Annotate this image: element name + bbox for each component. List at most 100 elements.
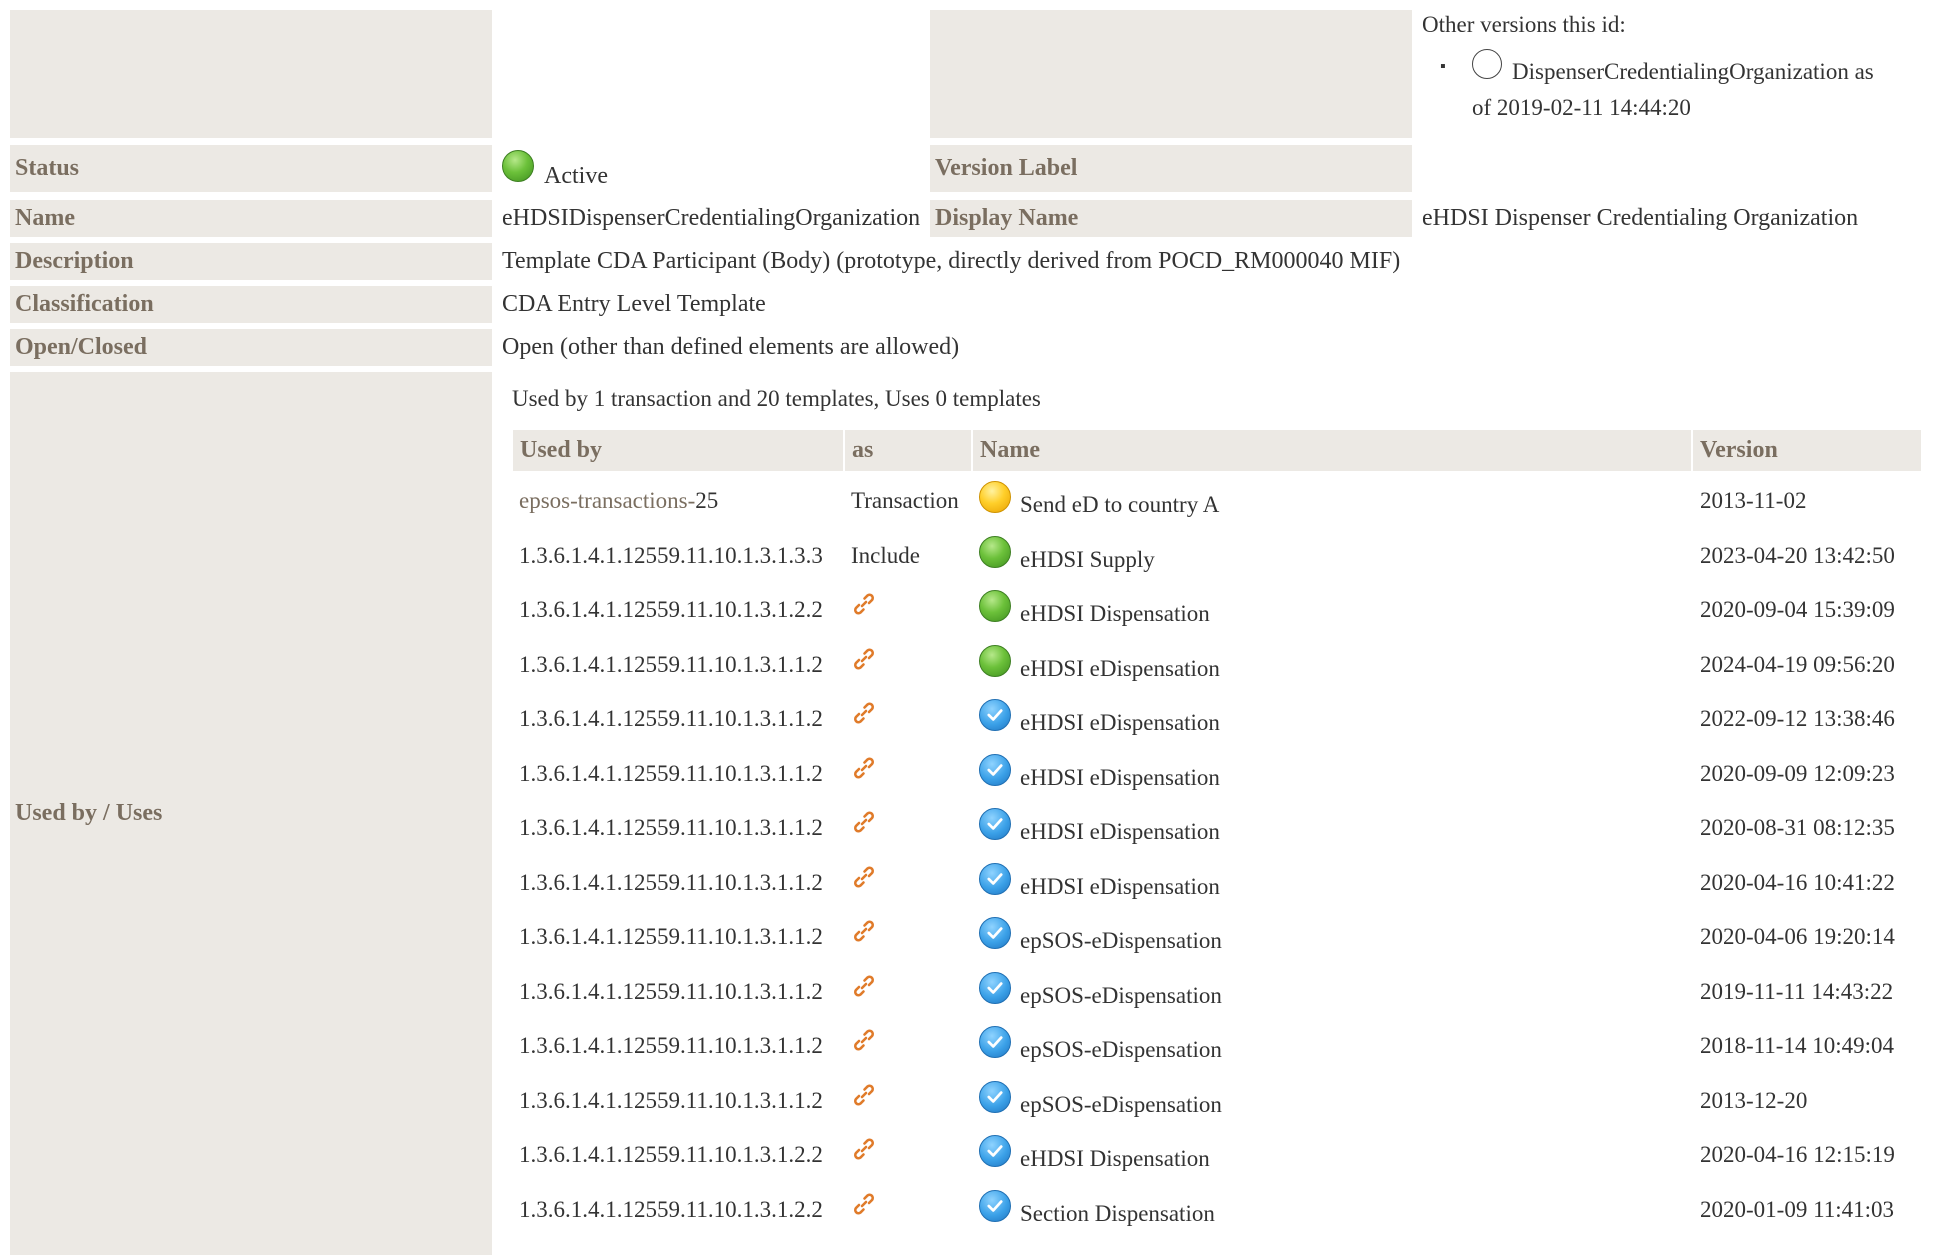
link-icon[interactable]: [851, 638, 877, 692]
usage-row: epsos-transactions- 25 Transaction Send eD …: [0, 474, 1943, 528]
status-final-check-icon: [979, 1135, 1011, 1167]
as-type: Transaction: [851, 488, 959, 513]
used-by-cell[interactable]: 1.3.6.1.4.1.12559.11.10.1.3.1.3.3: [519, 529, 823, 583]
display-name-value: eHDSI Dispenser Credentialing Organizati…: [1422, 205, 1859, 231]
display-name-label: Display Name: [930, 200, 1412, 237]
used-by-cell[interactable]: 1.3.6.1.4.1.12559.11.10.1.3.1.2.2: [519, 583, 823, 637]
link-icon[interactable]: [851, 1019, 877, 1073]
usage-row: 1.3.6.1.4.1.12559.11.10.1.3.1.1.2 eHDSI e…: [0, 801, 1943, 855]
used-by-cell[interactable]: 1.3.6.1.4.1.12559.11.10.1.3.1.2.2: [519, 1128, 823, 1182]
status-final-check-icon: [979, 808, 1011, 840]
status-active-icon: [979, 535, 1011, 568]
version-cell: 2020-04-06 19:20:14: [1700, 924, 1895, 949]
template-name-cell[interactable]: eHDSI eDispensation: [979, 692, 1220, 746]
template-name[interactable]: epSOS-eDispensation: [1020, 1092, 1222, 1118]
status-text: Active: [544, 162, 608, 189]
template-name[interactable]: eHDSI eDispensation: [1020, 710, 1220, 736]
status-draft-icon: [979, 481, 1011, 513]
template-name[interactable]: Send eD to country A: [1020, 492, 1219, 518]
used-by-cell[interactable]: 1.3.6.1.4.1.12559.11.10.1.3.1.2.2: [519, 1183, 823, 1237]
used-by-cell[interactable]: 1.3.6.1.4.1.12559.11.10.1.3.1.1.2: [519, 1074, 823, 1128]
used-by-cell[interactable]: 1.3.6.1.4.1.12559.11.10.1.3.1.1.2: [519, 856, 823, 910]
used-by-cell[interactable]: 1.3.6.1.4.1.12559.11.10.1.3.1.1.2: [519, 801, 823, 855]
link-icon[interactable]: [851, 692, 877, 746]
used-by-cell[interactable]: epsos-transactions- 25: [519, 474, 718, 528]
template-name-cell[interactable]: eHDSI Dispensation: [979, 1128, 1210, 1182]
link-icon[interactable]: [851, 1183, 877, 1237]
template-name[interactable]: eHDSI Supply: [1020, 547, 1155, 573]
status-final-check-icon: [979, 1080, 1011, 1113]
status-active-icon: [979, 590, 1011, 622]
classification-label: Classification: [10, 286, 492, 323]
usage-row: 1.3.6.1.4.1.12559.11.10.1.3.1.2.2 eHDSI D…: [0, 583, 1943, 637]
template-name-cell[interactable]: epSOS-eDispensation: [979, 1074, 1222, 1128]
template-name[interactable]: eHDSI Dispensation: [1020, 601, 1210, 627]
template-name-cell[interactable]: eHDSI eDispensation: [979, 747, 1220, 801]
link-icon[interactable]: [851, 1074, 877, 1128]
template-name-cell[interactable]: eHDSI Supply: [979, 529, 1155, 583]
other-version-item-line2[interactable]: of 2019-02-11 14:44:20: [1472, 95, 1691, 121]
version-cell: 2024-04-19 09:56:20: [1700, 651, 1895, 677]
status-final-check-icon: [979, 1189, 1011, 1222]
usage-row: 1.3.6.1.4.1.12559.11.10.1.3.1.2.2 eHDSI D…: [0, 1128, 1943, 1182]
header-version-placeholder: [930, 10, 1412, 138]
usage-row: 1.3.6.1.4.1.12559.11.10.1.3.1.1.2 epSOS-e…: [0, 910, 1943, 964]
template-name-cell[interactable]: epSOS-eDispensation: [979, 1019, 1222, 1073]
template-name[interactable]: epSOS-eDispensation: [1020, 928, 1222, 954]
template-name-cell[interactable]: eHDSI eDispensation: [979, 856, 1220, 910]
usage-row: 1.3.6.1.4.1.12559.11.10.1.3.1.1.2 epSOS-e…: [0, 1074, 1943, 1128]
description-label: Description: [10, 243, 492, 280]
template-name-cell[interactable]: eHDSI eDispensation: [979, 801, 1220, 855]
other-versions-bullet: ▪: [1440, 58, 1446, 75]
template-name[interactable]: epSOS-eDispensation: [1020, 1037, 1222, 1063]
usage-row: 1.3.6.1.4.1.12559.11.10.1.3.1.3.3 Include…: [0, 529, 1943, 583]
template-name[interactable]: eHDSI eDispensation: [1020, 874, 1220, 900]
version-cell: 2020-09-09 12:09:23: [1700, 760, 1895, 786]
status-active-icon: [979, 644, 1011, 677]
version-label-label: Version Label: [930, 145, 1412, 192]
link-icon[interactable]: [851, 1128, 877, 1182]
status-label: Status: [10, 145, 492, 192]
used-by-cell[interactable]: 1.3.6.1.4.1.12559.11.10.1.3.1.1.2: [519, 692, 823, 746]
transaction-link[interactable]: epsos-transactions-: [519, 488, 695, 514]
used-by-cell[interactable]: 1.3.6.1.4.1.12559.11.10.1.3.1.1.2: [519, 747, 823, 801]
version-cell: 2022-09-12 13:38:46: [1700, 706, 1895, 731]
template-name-cell[interactable]: epSOS-eDispensation: [979, 910, 1222, 964]
link-icon[interactable]: [851, 910, 877, 964]
used-by-cell[interactable]: 1.3.6.1.4.1.12559.11.10.1.3.1.1.2: [519, 965, 823, 1019]
other-version-radio[interactable]: [1472, 49, 1502, 79]
header-as: as: [845, 430, 971, 471]
link-icon[interactable]: [851, 801, 877, 855]
link-icon[interactable]: [851, 747, 877, 801]
template-name[interactable]: epSOS-eDispensation: [1020, 983, 1222, 1009]
used-by-cell[interactable]: 1.3.6.1.4.1.12559.11.10.1.3.1.1.2: [519, 910, 823, 964]
header-version: Version: [1693, 430, 1921, 471]
open-closed-value: Open (other than defined elements are al…: [502, 334, 960, 360]
template-name-cell[interactable]: Send eD to country A: [979, 474, 1219, 528]
status-final-check-icon: [979, 1026, 1011, 1058]
used-by-cell[interactable]: 1.3.6.1.4.1.12559.11.10.1.3.1.1.2: [519, 1019, 823, 1073]
template-name-cell[interactable]: eHDSI Dispensation: [979, 583, 1210, 637]
classification-value: CDA Entry Level Template: [502, 291, 766, 317]
link-icon[interactable]: [851, 856, 877, 910]
transaction-id[interactable]: 25: [695, 488, 718, 514]
link-icon[interactable]: [851, 965, 877, 1019]
template-name[interactable]: eHDSI eDispensation: [1020, 656, 1220, 682]
template-name[interactable]: Section Dispensation: [1020, 1201, 1215, 1227]
status-final-check-icon: [979, 917, 1011, 949]
template-name[interactable]: eHDSI Dispensation: [1020, 1146, 1210, 1172]
name-value: eHDSIDispenserCredentialingOrganization: [502, 205, 921, 231]
template-name-cell[interactable]: Section Dispensation: [979, 1183, 1215, 1237]
description-value: Template CDA Participant (Body) (prototy…: [502, 248, 1401, 274]
used-by-cell[interactable]: 1.3.6.1.4.1.12559.11.10.1.3.1.1.2: [519, 638, 823, 692]
template-name[interactable]: eHDSI eDispensation: [1020, 765, 1220, 791]
usage-row: 1.3.6.1.4.1.12559.11.10.1.3.1.1.2 eHDSI e…: [0, 692, 1943, 746]
usage-row: 1.3.6.1.4.1.12559.11.10.1.3.1.2.2 Section…: [0, 1183, 1943, 1237]
usage-row: 1.3.6.1.4.1.12559.11.10.1.3.1.1.2 eHDSI e…: [0, 747, 1943, 801]
status-final-check-icon: [979, 971, 1011, 1004]
link-icon[interactable]: [851, 583, 877, 637]
template-name-cell[interactable]: epSOS-eDispensation: [979, 965, 1222, 1019]
template-name[interactable]: eHDSI eDispensation: [1020, 819, 1220, 845]
template-name-cell[interactable]: eHDSI eDispensation: [979, 638, 1220, 692]
other-version-item-line1[interactable]: DispenserCredentialingOrganization as: [1512, 59, 1874, 85]
